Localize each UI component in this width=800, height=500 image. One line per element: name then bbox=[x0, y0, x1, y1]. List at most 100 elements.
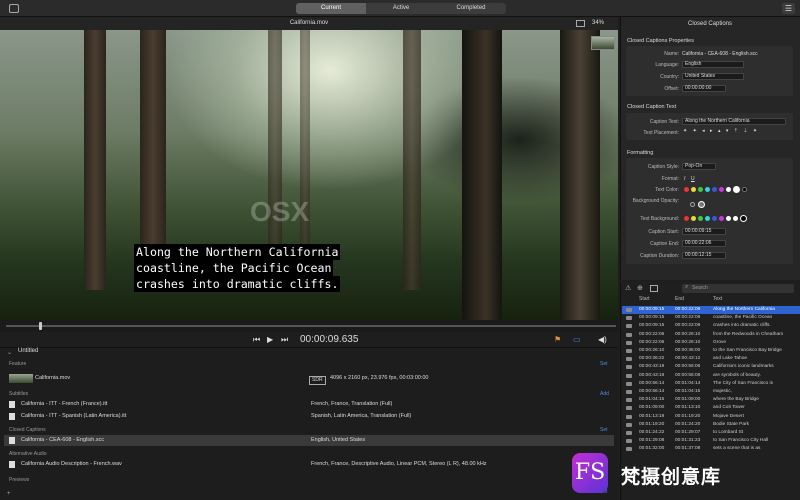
closed-captions-group-label: Closed Captions bbox=[9, 427, 46, 433]
caption-list-row[interactable]: 00:00:43:19 00:00:56:06 California's iconi… bbox=[622, 363, 800, 371]
caption-row-text: Grove bbox=[713, 339, 727, 345]
caption-row-start: 00:00:43:19 bbox=[639, 364, 665, 370]
bg-swatch-green[interactable] bbox=[698, 216, 703, 221]
document-icon bbox=[9, 437, 15, 444]
text-background-label: Text Background: bbox=[640, 216, 679, 222]
bg-swatch-magenta[interactable] bbox=[719, 216, 724, 221]
color-swatch-selected[interactable] bbox=[733, 186, 740, 193]
tab-current[interactable]: Current bbox=[296, 3, 366, 14]
audio-icon[interactable]: ◀) bbox=[598, 333, 607, 346]
caption-row-start: 00:01:24:22 bbox=[639, 430, 665, 435]
caption-end-field[interactable]: 00:00:22:06 bbox=[682, 240, 726, 247]
caption-row-end: 00:00:56:06 bbox=[675, 364, 701, 370]
column-text[interactable]: Text bbox=[713, 296, 722, 302]
caption-list-row[interactable]: 00:00:56:14 00:01:04:15 majestic, bbox=[622, 388, 800, 396]
caption-list-row[interactable]: 00:00:26:10 00:00:36:00 to the San Francis… bbox=[622, 347, 800, 355]
color-swatch-white[interactable] bbox=[726, 187, 731, 192]
zoom-level[interactable]: 34% bbox=[592, 17, 604, 30]
closed-captions-set-button[interactable]: Set bbox=[600, 427, 608, 433]
country-select[interactable]: United States bbox=[682, 73, 744, 80]
caption-row-start: 00:00:26:10 bbox=[639, 348, 665, 353]
tab-active[interactable]: Active bbox=[366, 3, 436, 14]
bg-swatch-blue[interactable] bbox=[712, 216, 717, 221]
caption-view-icon[interactable]: ▭ bbox=[573, 333, 581, 346]
caption-row-start: 00:00:09:15 bbox=[639, 307, 665, 312]
opacity-opaque[interactable] bbox=[698, 201, 705, 208]
inspector-toggle-icon[interactable]: ☰ bbox=[782, 3, 795, 14]
subtitle-row[interactable]: California - ITT - Spanish (Latin Americ… bbox=[4, 411, 614, 422]
collapse-icon[interactable]: ⌄ bbox=[7, 349, 12, 356]
bg-swatch-cyan[interactable] bbox=[705, 216, 710, 221]
caption-row-start: 00:00:56:14 bbox=[639, 380, 665, 386]
caption-row-start: 00:01:09:00 bbox=[639, 405, 665, 411]
color-swatch-magenta[interactable] bbox=[719, 187, 724, 192]
caption-list-row[interactable]: 00:00:09:15 00:00:22:06 crashes into drama… bbox=[622, 322, 800, 330]
caption-list-row[interactable]: 00:00:56:14 00:01:04:14 The City of San Fr… bbox=[622, 380, 800, 388]
caption-line: Along the Northern California bbox=[134, 244, 341, 260]
column-start[interactable]: Start bbox=[639, 296, 650, 302]
caption-duration-field[interactable]: 00:00:12:15 bbox=[682, 252, 726, 259]
offset-field[interactable]: 00:00:00:00 bbox=[682, 85, 726, 92]
bg-swatch-white-2[interactable] bbox=[733, 216, 738, 221]
bg-swatch-selected[interactable] bbox=[740, 215, 747, 222]
caption-search-input[interactable]: Search bbox=[682, 284, 794, 293]
caption-text-field[interactable]: Along the Northern California bbox=[682, 118, 786, 125]
color-swatch-yellow[interactable] bbox=[691, 187, 696, 192]
color-swatch-red[interactable] bbox=[684, 187, 689, 192]
filter-icon[interactable] bbox=[650, 285, 658, 292]
caption-list-row[interactable]: 00:00:43:19 00:00:56:06 are symbols of bea… bbox=[622, 372, 800, 380]
caption-list-row[interactable]: 00:01:24:22 00:01:29:07 to Lombard St bbox=[622, 429, 800, 437]
search-icon: ⌕ bbox=[685, 284, 689, 290]
color-swatch-blue[interactable] bbox=[712, 187, 717, 192]
language-select[interactable]: English bbox=[682, 61, 744, 68]
italic-button[interactable]: I bbox=[684, 176, 685, 182]
caption-row-text: to San Francisco City Hall bbox=[713, 438, 769, 444]
feature-set-button[interactable]: Set bbox=[600, 361, 608, 367]
bg-swatch-yellow[interactable] bbox=[691, 216, 696, 221]
add-caption-icon[interactable]: ⊕ bbox=[637, 284, 643, 292]
color-swatch-cyan[interactable] bbox=[705, 187, 710, 192]
play-icon[interactable]: ▶ bbox=[267, 333, 273, 346]
subtitle-properties: Spanish, Latin America, Translation (Ful… bbox=[311, 413, 412, 419]
opacity-transparent[interactable] bbox=[690, 202, 695, 207]
next-icon[interactable]: ⏭ bbox=[281, 333, 288, 346]
caption-row-icon bbox=[626, 332, 632, 337]
caption-list-row[interactable]: 00:00:22:06 00:00:26:10 from the Redwoods … bbox=[622, 331, 800, 339]
bg-swatch-white[interactable] bbox=[726, 216, 731, 221]
column-end[interactable]: End bbox=[675, 296, 684, 302]
caption-list-row[interactable]: 00:01:29:08 00:01:31:23 to San Francisco C… bbox=[622, 437, 800, 445]
subtitle-row[interactable]: California - ITT - French (France).itt F… bbox=[4, 399, 614, 410]
caption-list-row[interactable]: 00:01:04:15 00:01:09:00 where the Bay Brid… bbox=[622, 396, 800, 404]
caption-row-end: 00:01:31:23 bbox=[675, 438, 701, 444]
caption-list-row[interactable]: 00:01:19:20 00:01:24:20 Bodie State Park bbox=[622, 421, 800, 429]
caption-list-row[interactable]: 00:00:09:15 00:00:22:06 coastline, the Pac… bbox=[622, 314, 800, 322]
caption-list-row[interactable]: 00:00:36:22 00:00:43:12 and Lake Tahoe bbox=[622, 355, 800, 363]
tab-completed[interactable]: Completed bbox=[436, 3, 506, 14]
add-icon[interactable]: + bbox=[7, 491, 11, 497]
sidebar-toggle-icon[interactable] bbox=[9, 4, 19, 13]
marker-icon[interactable]: ⚑ bbox=[554, 333, 561, 346]
caption-start-field[interactable]: 00:00:09:15 bbox=[682, 228, 726, 235]
audio-name: California Audio Description - French.wa… bbox=[21, 461, 122, 467]
caption-row-text: coastline, the Pacific Ocean bbox=[713, 315, 773, 321]
bg-swatch-red[interactable] bbox=[684, 216, 689, 221]
view-mode-icon[interactable] bbox=[576, 20, 585, 27]
scrubber-track[interactable] bbox=[6, 325, 616, 327]
closed-caption-row[interactable]: California - CEA-608 - English.scc Engli… bbox=[4, 435, 614, 446]
caption-style-select[interactable]: Pop-On bbox=[682, 163, 716, 170]
audio-row[interactable]: California Audio Description - French.wa… bbox=[4, 459, 614, 470]
caption-list-row[interactable]: 00:01:09:00 00:01:13:10 and Coit Tower bbox=[622, 404, 800, 412]
warning-icon[interactable]: ⚠ bbox=[625, 284, 631, 292]
underline-button[interactable]: U bbox=[691, 176, 695, 182]
caption-list-row[interactable]: 00:01:13:19 00:01:19:20 Mojave Desert bbox=[622, 413, 800, 421]
caption-list-row[interactable]: 00:00:22:06 00:00:26:10 Grove bbox=[622, 339, 800, 347]
playhead[interactable] bbox=[39, 322, 42, 330]
caption-list-row[interactable]: 00:00:09:15 00:00:22:06 Along the Northern… bbox=[622, 306, 800, 315]
text-placement-controls[interactable]: ✦ ✦ ◂ ▸ ▴ ▾ ⇡ ⇣ ✦ bbox=[683, 128, 759, 134]
subtitles-add-button[interactable]: Add bbox=[600, 391, 609, 397]
caption-row-icon bbox=[626, 324, 632, 329]
caption-end-label: Caption End: bbox=[650, 241, 679, 247]
color-swatch-black[interactable] bbox=[742, 187, 747, 192]
previous-icon[interactable]: ⏮ bbox=[253, 333, 260, 346]
color-swatch-green[interactable] bbox=[698, 187, 703, 192]
